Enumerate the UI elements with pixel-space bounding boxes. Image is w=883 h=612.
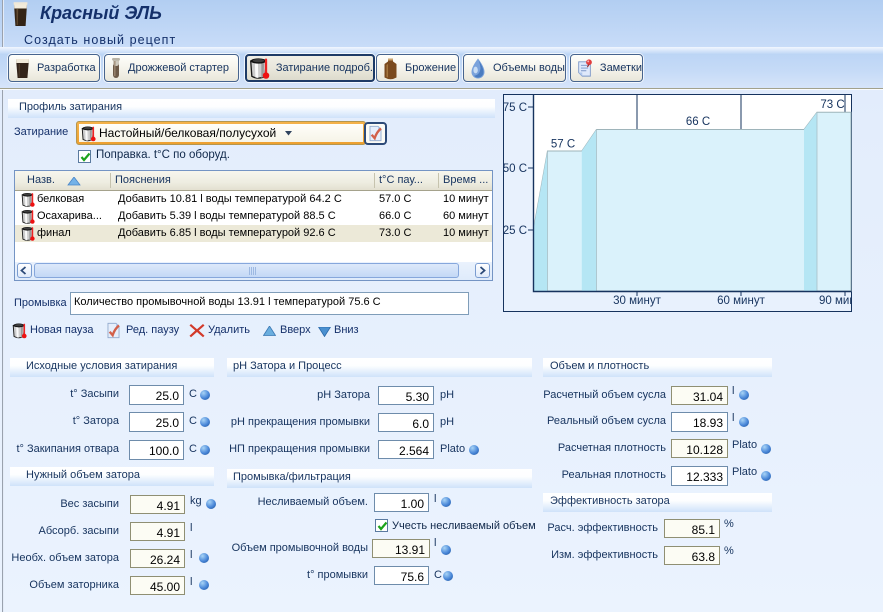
svg-text:50 C: 50 C [503,163,527,175]
svg-text:60 минут: 60 минут [717,295,765,307]
svg-text:57 C: 57 C [551,139,575,151]
svg-text:66 C: 66 C [686,116,710,128]
svg-text:73 C: 73 C [820,99,844,111]
svg-text:25 C: 25 C [503,225,527,237]
svg-text:30 минут: 30 минут [613,295,661,307]
svg-text:90 мину: 90 мину [819,295,852,307]
svg-text:75 C: 75 C [503,102,527,114]
